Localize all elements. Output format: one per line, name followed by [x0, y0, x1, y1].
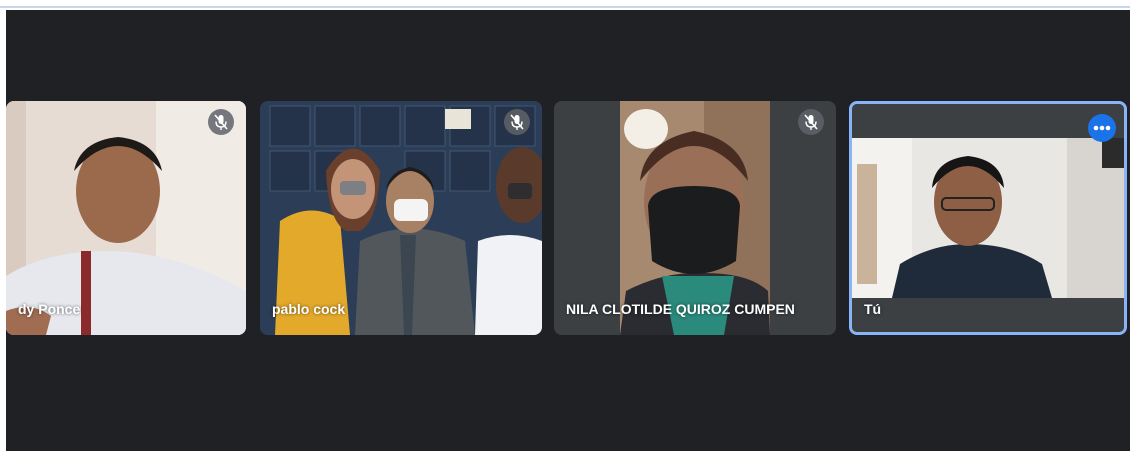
more-options-icon[interactable] [1088, 114, 1116, 142]
window-top-edge [0, 0, 1130, 8]
participant-name-self: Tú [864, 301, 882, 317]
participant-video-3 [554, 101, 836, 335]
meeting-stage: dy Ponce pablo cock NILA CLOTILDE QUIROZ… [6, 10, 1130, 451]
participant-tile-2[interactable]: pablo cock [260, 101, 542, 335]
participant-video-1 [6, 101, 246, 335]
participant-name-2: pablo cock [272, 301, 346, 317]
participant-tile-1[interactable]: dy Ponce [6, 101, 246, 335]
participant-tile-3[interactable]: NILA CLOTILDE QUIROZ CUMPEN [554, 101, 836, 335]
participant-name-1: dy Ponce [18, 301, 81, 317]
participant-tile-self[interactable]: Tú [849, 101, 1127, 335]
participant-name-3: NILA CLOTILDE QUIROZ CUMPEN [566, 301, 795, 317]
participant-video-self [852, 104, 1124, 332]
participant-video-2 [260, 101, 542, 335]
mic-off-icon [208, 109, 234, 135]
mic-off-icon [798, 109, 824, 135]
mic-off-icon [504, 109, 530, 135]
